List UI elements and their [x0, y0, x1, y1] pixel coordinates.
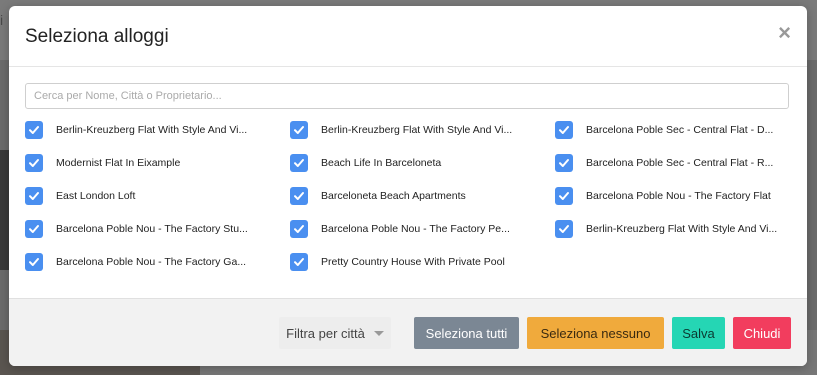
- select-all-button[interactable]: Seleziona tutti: [414, 317, 519, 349]
- checkbox-checked-icon[interactable]: [25, 154, 43, 172]
- close-icon[interactable]: ×: [778, 22, 791, 44]
- checkbox-checked-icon[interactable]: [290, 121, 308, 139]
- select-none-button[interactable]: Seleziona nessuno: [527, 317, 664, 349]
- accommodation-checkbox-item[interactable]: Barceloneta Beach Apartments: [290, 185, 466, 207]
- accommodation-checkbox-item[interactable]: Barcelona Poble Nou - The Factory Pe...: [290, 218, 510, 240]
- modal-body: Berlin-Kreuzberg Flat With Style And Vi.…: [9, 67, 807, 319]
- accommodation-checkbox-item[interactable]: Barcelona Poble Sec - Central Flat - R..…: [555, 152, 773, 174]
- accommodation-checkbox-item[interactable]: Modernist Flat In Eixample: [25, 152, 180, 174]
- checkbox-checked-icon[interactable]: [555, 121, 573, 139]
- accommodation-label: Modernist Flat In Eixample: [56, 157, 181, 169]
- accommodation-checkbox-item[interactable]: Barcelona Poble Nou - The Factory Flat: [555, 185, 771, 207]
- accommodation-checkbox-item[interactable]: Barcelona Poble Sec - Central Flat - D..…: [555, 119, 773, 141]
- accommodation-label: Pretty Country House With Private Pool: [321, 256, 505, 268]
- accommodation-label: Barceloneta Beach Apartments: [321, 190, 466, 202]
- modal-header: Seleziona alloggi ×: [9, 6, 807, 67]
- checkbox-checked-icon[interactable]: [290, 154, 308, 172]
- backdrop-text: i: [0, 12, 4, 28]
- accommodation-checkbox-item[interactable]: Barcelona Poble Nou - The Factory Ga...: [25, 251, 246, 273]
- accommodation-list: Berlin-Kreuzberg Flat With Style And Vi.…: [25, 119, 791, 319]
- checkbox-checked-icon[interactable]: [555, 187, 573, 205]
- accommodation-label: Barcelona Poble Sec - Central Flat - D..…: [586, 124, 774, 136]
- modal-title: Seleziona alloggi: [25, 26, 169, 47]
- accommodation-label: East London Loft: [56, 190, 136, 202]
- backdrop-image: [0, 150, 9, 270]
- accommodation-checkbox-item[interactable]: Berlin-Kreuzberg Flat With Style And Vi.…: [25, 119, 247, 141]
- accommodation-label: Barcelona Poble Nou - The Factory Stu...: [56, 223, 248, 235]
- checkbox-checked-icon[interactable]: [25, 253, 43, 271]
- checkbox-checked-icon[interactable]: [25, 220, 43, 238]
- accommodation-label: Barcelona Poble Nou - The Factory Ga...: [56, 256, 247, 268]
- accommodation-label: Berlin-Kreuzberg Flat With Style And Vi.…: [56, 124, 248, 136]
- save-button[interactable]: Salva: [672, 317, 725, 349]
- accommodation-checkbox-item[interactable]: Berlin-Kreuzberg Flat With Style And Vi.…: [555, 218, 777, 240]
- chevron-down-icon: [373, 330, 384, 336]
- accommodation-label: Barcelona Poble Nou - The Factory Flat: [586, 190, 771, 202]
- accommodation-label: Beach Life In Barceloneta: [321, 157, 442, 169]
- accommodation-checkbox-item[interactable]: Beach Life In Barceloneta: [290, 152, 441, 174]
- checkbox-checked-icon[interactable]: [555, 220, 573, 238]
- checkbox-checked-icon[interactable]: [290, 220, 308, 238]
- checkbox-checked-icon[interactable]: [25, 187, 43, 205]
- close-button[interactable]: Chiudi: [733, 317, 791, 349]
- filter-by-city-dropdown[interactable]: Filtra per città: [279, 317, 391, 349]
- checkbox-checked-icon[interactable]: [555, 154, 573, 172]
- accommodation-label: Barcelona Poble Sec - Central Flat - R..…: [586, 157, 774, 169]
- modal-footer: Filtra per città Seleziona tutti Selezio…: [9, 298, 807, 366]
- checkbox-checked-icon[interactable]: [290, 187, 308, 205]
- accommodation-checkbox-item[interactable]: Berlin-Kreuzberg Flat With Style And Vi.…: [290, 119, 512, 141]
- filter-by-city-label: Filtra per città: [286, 325, 365, 341]
- accommodation-label: Barcelona Poble Nou - The Factory Pe...: [321, 223, 510, 235]
- checkbox-checked-icon[interactable]: [25, 121, 43, 139]
- checkbox-checked-icon[interactable]: [290, 253, 308, 271]
- search-input[interactable]: [25, 83, 789, 109]
- accommodation-label: Berlin-Kreuzberg Flat With Style And Vi.…: [586, 223, 778, 235]
- select-accommodations-modal: Seleziona alloggi × Berlin-Kreuzberg Fla…: [9, 6, 807, 366]
- accommodation-checkbox-item[interactable]: East London Loft: [25, 185, 135, 207]
- accommodation-label: Berlin-Kreuzberg Flat With Style And Vi.…: [321, 124, 513, 136]
- accommodation-checkbox-item[interactable]: Pretty Country House With Private Pool: [290, 251, 505, 273]
- accommodation-checkbox-item[interactable]: Barcelona Poble Nou - The Factory Stu...: [25, 218, 248, 240]
